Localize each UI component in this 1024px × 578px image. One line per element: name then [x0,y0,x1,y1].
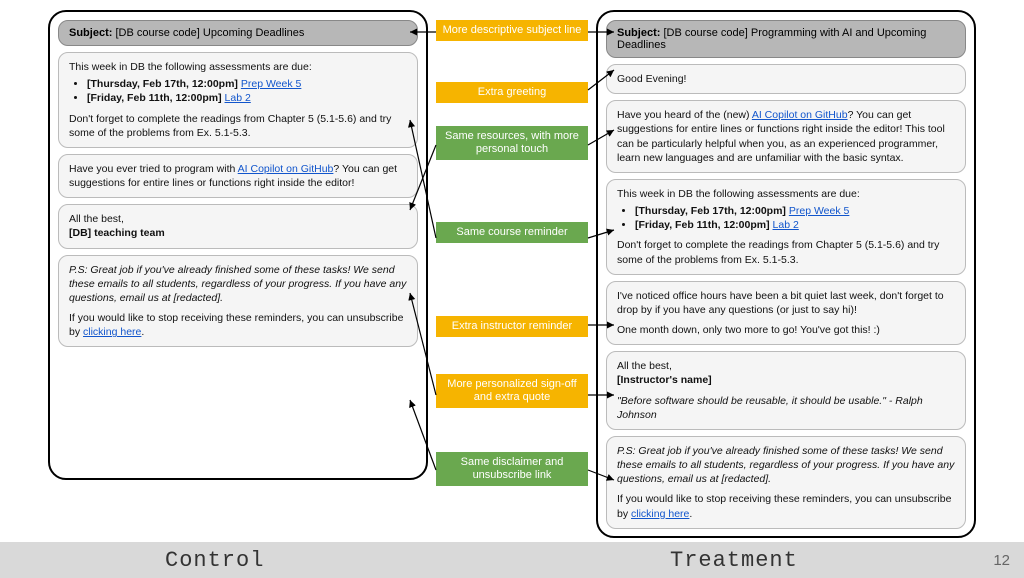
list-item: [Friday, Feb 11th, 12:00pm] Lab 2 [87,91,407,105]
ps-text: P.S: Great job if you've already finishe… [617,445,954,485]
badge-greeting: Extra greeting [436,82,588,103]
unsub-post: . [141,326,144,338]
instructor-line1: I've noticed office hours have been a bi… [617,289,955,317]
signoff-line1: All the best, [69,212,407,226]
page-number: 12 [993,552,1010,569]
slide: Subject: [DB course code] Upcoming Deadl… [0,0,1024,578]
subject-text: [DB course code] Programming with AI and… [617,27,926,51]
control-column: Subject: [DB course code] Upcoming Deadl… [48,10,428,480]
subject-prefix: Subject: [617,27,660,39]
instructor-line2: One month down, only two more to go! You… [617,323,955,337]
deadline-bold: [Friday, Feb 11th, 12:00pm] [87,92,222,104]
treatment-reminder-block: This week in DB the following assessment… [606,179,966,275]
deadline-bold: [Friday, Feb 11th, 12:00pm] [635,219,770,231]
unsub-link[interactable]: clicking here [83,326,141,338]
control-subject: Subject: [DB course code] Upcoming Deadl… [58,20,418,46]
unsub-link[interactable]: clicking here [631,508,689,520]
list-item: [Thursday, Feb 17th, 12:00pm] Prep Week … [87,77,407,91]
deadline-bold: [Thursday, Feb 17th, 12:00pm] [87,78,238,90]
ps-text: P.S: Great job if you've already finishe… [69,264,406,304]
signoff-quote: "Before software should be reusable, it … [617,395,923,421]
deadline-link[interactable]: Lab 2 [225,92,251,104]
resource-link[interactable]: AI Copilot on GitHub [238,163,334,175]
subject-prefix: Subject: [69,27,112,39]
subject-text: [DB course code] Upcoming Deadlines [115,27,304,39]
signoff-line2: [DB] teaching team [69,227,165,239]
deadline-link[interactable]: Lab 2 [773,219,799,231]
resource-pre: Have you ever tried to program with [69,163,238,175]
control-reminder-block: This week in DB the following assessment… [58,52,418,148]
signoff-line1: All the best, [617,359,955,373]
resource-link[interactable]: AI Copilot on GitHub [752,109,848,121]
badge-disclaimer: Same disclaimer and unsubscribe link [436,452,588,486]
footer-treatment-label: Treatment [670,548,798,573]
badge-subject: More descriptive subject line [436,20,588,41]
resource-pre: Have you heard of the (new) [617,109,752,121]
badge-reminder: Same course reminder [436,222,588,243]
deadline-link[interactable]: Prep Week 5 [241,78,302,90]
control-signoff-block: All the best, [DB] teaching team [58,204,418,248]
badge-instructor: Extra instructor reminder [436,316,588,337]
treatment-instructor-block: I've noticed office hours have been a bi… [606,281,966,346]
reminder-note: Don't forget to complete the readings fr… [69,112,407,140]
control-resource-block: Have you ever tried to program with AI C… [58,154,418,198]
footer-bar: Control Treatment 12 [0,542,1024,578]
greeting-text: Good Evening! [617,73,686,85]
reminder-intro: This week in DB the following assessment… [69,60,407,74]
reminder-note: Don't forget to complete the readings fr… [617,238,955,266]
badge-resources: Same resources, with more personal touch [436,126,588,160]
treatment-ps-block: P.S: Great job if you've already finishe… [606,436,966,529]
treatment-subject: Subject: [DB course code] Programming wi… [606,20,966,58]
treatment-column: Subject: [DB course code] Programming wi… [596,10,976,538]
treatment-resource-block: Have you heard of the (new) AI Copilot o… [606,100,966,173]
list-item: [Thursday, Feb 17th, 12:00pm] Prep Week … [635,204,955,218]
control-ps-block: P.S: Great job if you've already finishe… [58,255,418,348]
deadline-link[interactable]: Prep Week 5 [789,205,850,217]
deadline-bold: [Thursday, Feb 17th, 12:00pm] [635,205,786,217]
badge-signoff: More personalized sign-off and extra quo… [436,374,588,408]
reminder-intro: This week in DB the following assessment… [617,187,955,201]
treatment-signoff-block: All the best, [Instructor's name] "Befor… [606,351,966,430]
list-item: [Friday, Feb 11th, 12:00pm] Lab 2 [635,218,955,232]
signoff-line2: [Instructor's name] [617,374,712,386]
footer-control-label: Control [165,548,264,573]
treatment-greeting-block: Good Evening! [606,64,966,94]
unsub-post: . [689,508,692,520]
